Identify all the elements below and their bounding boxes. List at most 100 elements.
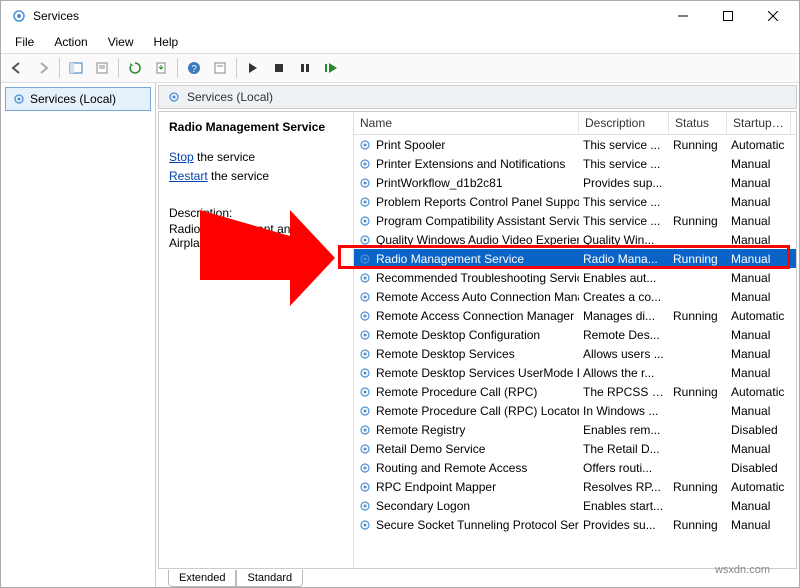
service-row[interactable]: RPC Endpoint MapperResolves RP...Running…: [354, 477, 796, 496]
service-name: Retail Demo Service: [376, 442, 485, 456]
service-name: Problem Reports Control Panel Support: [376, 195, 579, 209]
help-button[interactable]: ?: [182, 56, 206, 80]
restart-service-button[interactable]: [319, 56, 343, 80]
service-name: Routing and Remote Access: [376, 461, 527, 475]
tree-node-label: Services (Local): [30, 92, 116, 106]
minimize-button[interactable]: [660, 2, 705, 30]
refresh-button[interactable]: [123, 56, 147, 80]
service-row[interactable]: PrintWorkflow_d1b2c81Provides sup...Manu…: [354, 173, 796, 192]
gear-icon: [358, 461, 372, 475]
service-row[interactable]: Remote Desktop ServicesAllows users ...M…: [354, 344, 796, 363]
service-name: Remote Access Auto Connection Mana...: [376, 290, 579, 304]
menu-file[interactable]: File: [7, 33, 42, 51]
action-props-button[interactable]: [208, 56, 232, 80]
service-description: Quality Win...: [579, 233, 669, 247]
service-name: Printer Extensions and Notifications: [376, 157, 565, 171]
service-description: This service ...: [579, 138, 669, 152]
service-startup: Manual: [727, 157, 791, 171]
service-startup: Manual: [727, 404, 791, 418]
export-list-button[interactable]: [149, 56, 173, 80]
service-row[interactable]: Retail Demo ServiceThe Retail D...Manual: [354, 439, 796, 458]
service-description: This service ...: [579, 195, 669, 209]
gear-icon: [167, 90, 181, 104]
maximize-button[interactable]: [705, 2, 750, 30]
show-hide-tree-button[interactable]: [64, 56, 88, 80]
service-description: In Windows ...: [579, 404, 669, 418]
service-startup: Manual: [727, 328, 791, 342]
properties-button[interactable]: [90, 56, 114, 80]
service-name: Radio Management Service: [376, 252, 524, 266]
close-button[interactable]: [750, 2, 795, 30]
service-description: Enables start...: [579, 499, 669, 513]
stop-service-link[interactable]: Stop: [169, 150, 194, 164]
service-startup: Automatic: [727, 480, 791, 494]
gear-icon: [358, 423, 372, 437]
service-startup: Manual: [727, 195, 791, 209]
service-row[interactable]: Remote Access Connection ManagerManages …: [354, 306, 796, 325]
pause-service-button[interactable]: [293, 56, 317, 80]
back-button[interactable]: [5, 56, 29, 80]
menu-help[interactable]: Help: [146, 33, 187, 51]
gear-icon: [12, 92, 26, 106]
service-list: Name Description Status Startup Ty Print…: [354, 112, 796, 568]
service-description: Allows the r...: [579, 366, 669, 380]
menu-bar: File Action View Help: [1, 31, 799, 53]
results-pane: Services (Local) Radio Management Servic…: [156, 83, 799, 587]
service-name: Remote Registry: [376, 423, 465, 437]
service-description: Provides sup...: [579, 176, 669, 190]
gear-icon: [358, 157, 372, 171]
col-header-name[interactable]: Name: [354, 112, 579, 134]
stop-service-button[interactable]: [267, 56, 291, 80]
service-row[interactable]: Remote Access Auto Connection Mana...Cre…: [354, 287, 796, 306]
service-row[interactable]: Secure Socket Tunneling Protocol Service…: [354, 515, 796, 534]
service-name: Remote Procedure Call (RPC): [376, 385, 537, 399]
tab-extended[interactable]: Extended: [168, 570, 236, 587]
service-startup: Automatic: [727, 385, 791, 399]
service-row[interactable]: Problem Reports Control Panel SupportThi…: [354, 192, 796, 211]
service-status: Running: [669, 309, 727, 323]
tab-standard[interactable]: Standard: [236, 570, 303, 587]
forward-button[interactable]: [31, 56, 55, 80]
service-row[interactable]: Remote Desktop ConfigurationRemote Des..…: [354, 325, 796, 344]
console-tree: Services (Local): [1, 83, 156, 587]
col-header-status[interactable]: Status: [669, 112, 727, 134]
service-row[interactable]: Printer Extensions and Notifications This…: [354, 154, 796, 173]
list-rows[interactable]: Print SpoolerThis service ...RunningAuto…: [354, 135, 796, 568]
service-name: Secure Socket Tunneling Protocol Service: [376, 518, 579, 532]
service-row[interactable]: Radio Management ServiceRadio Mana...Run…: [354, 249, 796, 268]
service-row[interactable]: Remote Desktop Services UserMode Po...Al…: [354, 363, 796, 382]
service-row[interactable]: Remote Procedure Call (RPC) LocatorIn Wi…: [354, 401, 796, 420]
menu-view[interactable]: View: [100, 33, 142, 51]
menu-action[interactable]: Action: [46, 33, 95, 51]
tree-node-services-local[interactable]: Services (Local): [5, 87, 151, 111]
service-startup: Manual: [727, 271, 791, 285]
service-row[interactable]: Remote Procedure Call (RPC)The RPCSS s..…: [354, 382, 796, 401]
app-icon: [11, 8, 27, 24]
selected-service-title: Radio Management Service: [169, 120, 343, 134]
col-header-description[interactable]: Description: [579, 112, 669, 134]
start-service-button[interactable]: [241, 56, 265, 80]
col-header-startup[interactable]: Startup Ty: [727, 112, 791, 134]
service-row[interactable]: Remote RegistryEnables rem...Disabled: [354, 420, 796, 439]
service-startup: Manual: [727, 499, 791, 513]
service-row[interactable]: Routing and Remote AccessOffers routi...…: [354, 458, 796, 477]
service-startup: Manual: [727, 347, 791, 361]
service-status: Running: [669, 480, 727, 494]
view-tabs: Extended Standard: [156, 570, 799, 587]
service-description: Radio Mana...: [579, 252, 669, 266]
service-name: Recommended Troubleshooting Service: [376, 271, 579, 285]
service-row[interactable]: Secondary LogonEnables start...Manual: [354, 496, 796, 515]
service-status: Running: [669, 385, 727, 399]
service-row[interactable]: Print SpoolerThis service ...RunningAuto…: [354, 135, 796, 154]
service-startup: Manual: [727, 233, 791, 247]
service-description: Creates a co...: [579, 290, 669, 304]
service-row[interactable]: Program Compatibility Assistant ServiceT…: [354, 211, 796, 230]
service-description: This service ...: [579, 157, 669, 171]
service-row[interactable]: Quality Windows Audio Video Experien...Q…: [354, 230, 796, 249]
service-startup: Manual: [727, 252, 791, 266]
service-row[interactable]: Recommended Troubleshooting ServiceEnabl…: [354, 268, 796, 287]
service-startup: Manual: [727, 518, 791, 532]
title-bar: Services: [1, 1, 799, 31]
gear-icon: [358, 404, 372, 418]
gear-icon: [358, 138, 372, 152]
